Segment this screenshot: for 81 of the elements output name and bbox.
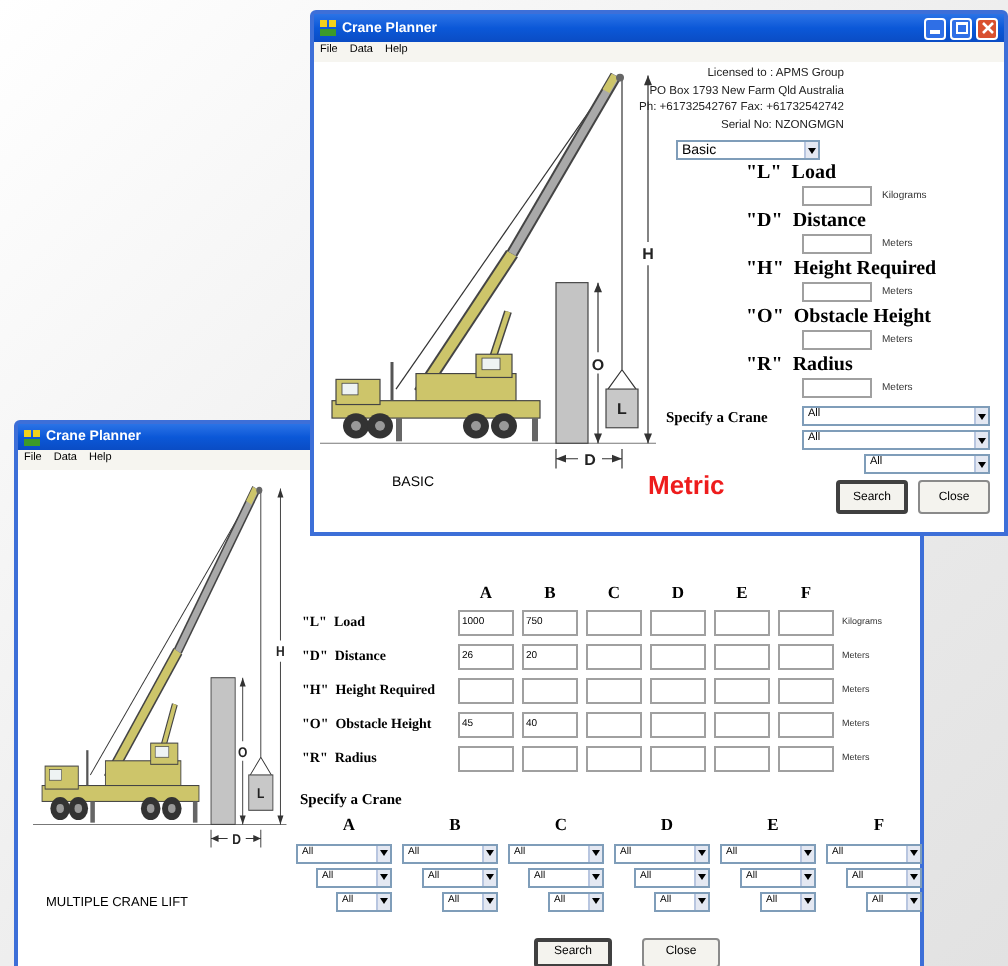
column-header: A <box>340 816 356 833</box>
caret-icon <box>910 850 918 856</box>
minimize-icon <box>930 29 940 33</box>
caret-icon <box>978 413 986 419</box>
input-field[interactable] <box>650 677 706 703</box>
input-field[interactable] <box>650 643 706 669</box>
minimize-button[interactable] <box>924 17 946 39</box>
caret-icon <box>380 850 388 856</box>
column-header: B <box>447 816 461 833</box>
close-button[interactable] <box>976 17 998 39</box>
caret-icon <box>380 874 388 880</box>
column-header: D <box>658 816 674 833</box>
caret-icon <box>808 147 816 153</box>
caret-icon <box>698 850 706 856</box>
input-field[interactable] <box>778 609 834 635</box>
caret-icon <box>592 874 600 880</box>
column-header: E <box>734 584 750 601</box>
close-icon <box>981 22 993 34</box>
input-field[interactable] <box>522 677 578 703</box>
caret-icon <box>380 898 388 904</box>
input-field[interactable] <box>802 378 872 398</box>
column-header: B <box>542 584 558 601</box>
input-field[interactable] <box>586 745 642 771</box>
input-field[interactable] <box>802 282 872 302</box>
caret-icon <box>910 874 918 880</box>
input-field[interactable] <box>714 711 770 737</box>
input-field[interactable] <box>586 643 642 669</box>
input-field[interactable] <box>458 677 514 703</box>
column-header: C <box>605 584 623 601</box>
input-field[interactable] <box>522 745 578 771</box>
field-label: "R" Radius <box>746 356 855 376</box>
app-icon <box>24 429 40 445</box>
caret-icon <box>978 437 986 443</box>
input-field[interactable] <box>778 643 834 669</box>
input-field[interactable] <box>586 711 642 737</box>
units-label: Metric <box>648 472 727 498</box>
input-field[interactable] <box>650 711 706 737</box>
input-field[interactable] <box>714 643 770 669</box>
column-header: C <box>552 816 568 833</box>
caret-icon <box>804 898 812 904</box>
caret-icon <box>486 850 494 856</box>
input-field[interactable] <box>458 745 514 771</box>
input-field[interactable] <box>802 234 872 254</box>
caret-icon <box>486 874 494 880</box>
caret-icon <box>910 898 918 904</box>
input-field[interactable] <box>650 745 706 771</box>
input-field[interactable] <box>586 677 642 703</box>
input-field[interactable] <box>778 711 834 737</box>
maximize-icon <box>955 22 967 34</box>
column-header: E <box>765 816 779 833</box>
input-field[interactable] <box>778 745 834 771</box>
caret-icon <box>698 898 706 904</box>
dimension-arrow <box>210 829 262 848</box>
input-field[interactable] <box>650 609 706 635</box>
column-header: F <box>798 584 814 601</box>
input-field[interactable] <box>714 677 770 703</box>
caret-icon <box>698 874 706 880</box>
input-field[interactable] <box>802 186 872 206</box>
load-drawing <box>248 756 274 811</box>
caret-icon <box>486 898 494 904</box>
column-header: A <box>477 584 495 601</box>
input-field[interactable] <box>586 609 642 635</box>
caret-icon <box>592 898 600 904</box>
input-field[interactable] <box>802 330 872 350</box>
field-label: "O" Obstacle Height <box>746 308 933 328</box>
maximize-button[interactable] <box>950 17 972 39</box>
dimension-arrow <box>555 448 623 469</box>
app-icon <box>320 20 336 36</box>
column-header: D <box>669 584 687 601</box>
field-label: "H" Height Required <box>746 260 939 280</box>
field-label: "D" Distance <box>746 212 868 232</box>
caret-icon <box>804 850 812 856</box>
column-header: F <box>871 816 885 833</box>
input-field[interactable] <box>714 609 770 635</box>
input-field[interactable] <box>778 677 834 703</box>
field-label: "L" Load <box>746 164 839 184</box>
load-drawing <box>605 369 639 429</box>
caret-icon <box>804 874 812 880</box>
input-field[interactable] <box>714 745 770 771</box>
caret-icon <box>978 461 986 467</box>
caret-icon <box>592 850 600 856</box>
